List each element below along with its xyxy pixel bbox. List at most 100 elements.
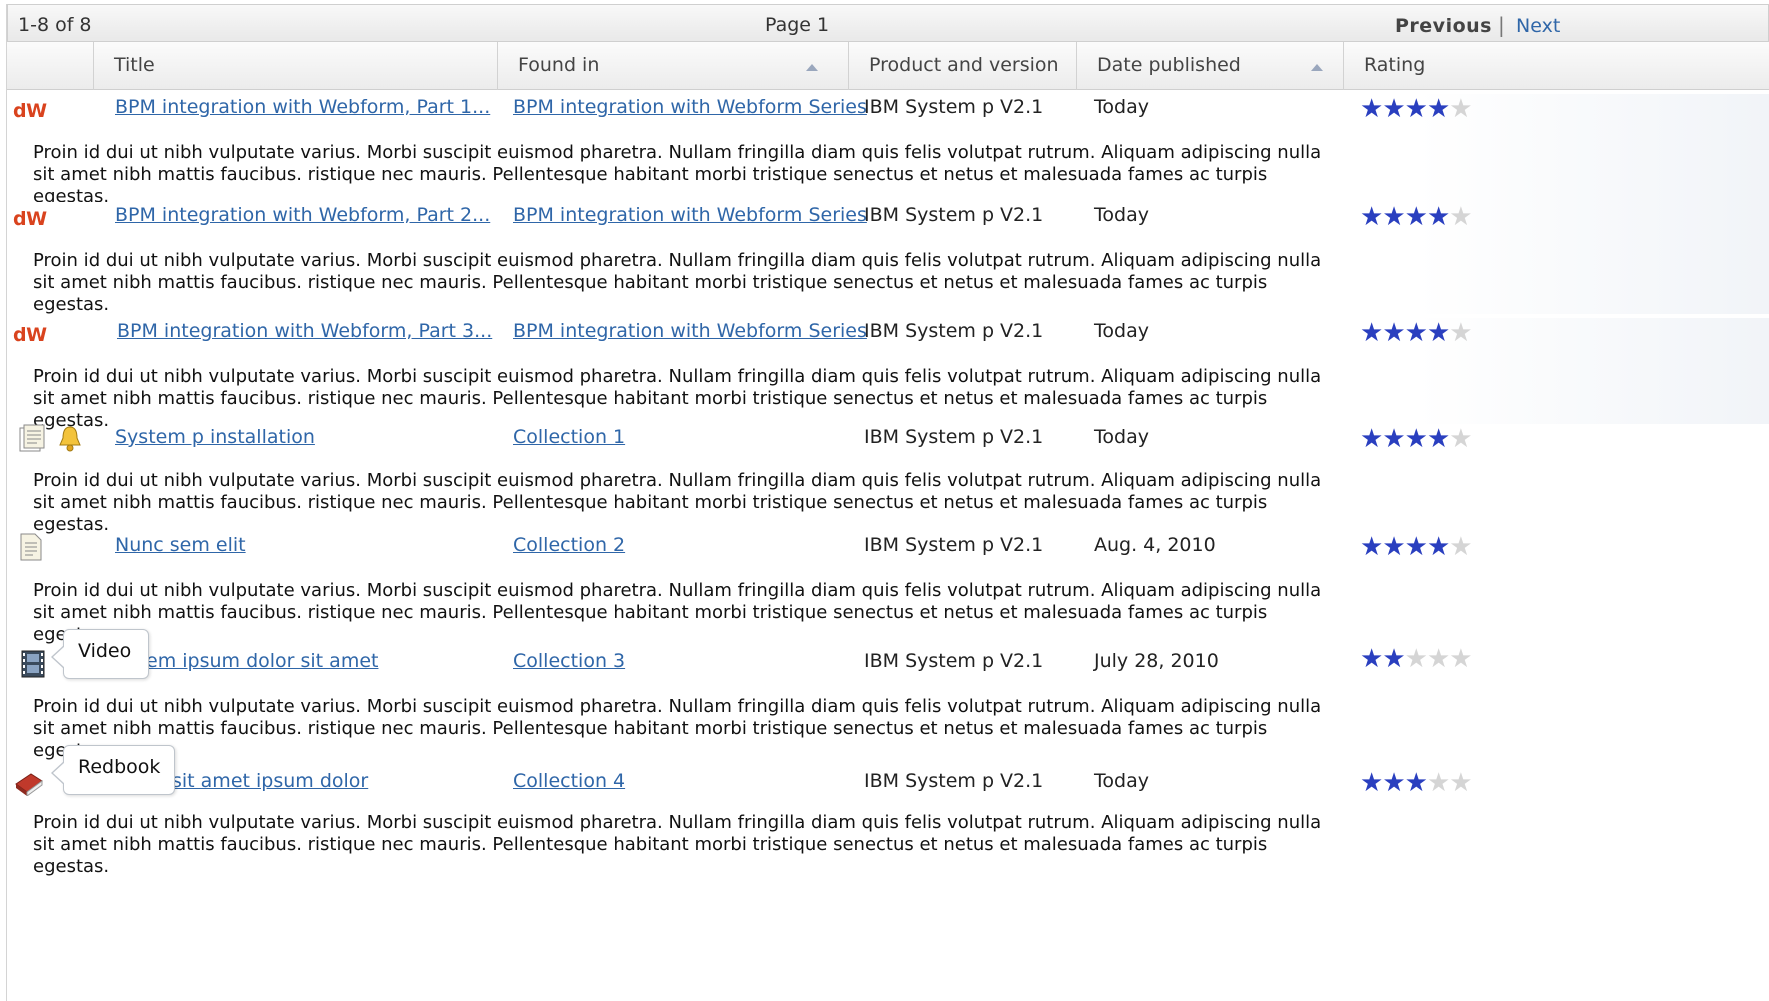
header-date[interactable]: Date published [1076,42,1343,90]
star-filled-icon[interactable]: ★ [1360,204,1383,230]
star-filled-icon[interactable]: ★ [1360,320,1383,346]
star-filled-icon[interactable]: ★ [1405,320,1428,346]
rating-stars[interactable]: ★★★★★ [1360,646,1473,672]
date-published: Today [1094,426,1149,448]
star-filled-icon[interactable]: ★ [1360,96,1383,122]
star-filled-icon[interactable]: ★ [1382,96,1405,122]
star-filled-icon[interactable]: ★ [1405,426,1428,452]
star-empty-icon[interactable]: ★ [1449,426,1472,452]
table-row: dW BPM integration with Webform, Part 2.… [7,202,1769,315]
sort-asc-icon[interactable] [1311,64,1323,71]
product-version: IBM System p V2.1 [864,426,1044,448]
found-in-link[interactable]: BPM integration with Webform Series [513,320,867,342]
table-row: sit amet ipsum dolor Collection 4 IBM Sy… [7,768,1769,880]
rating-stars[interactable]: ★★★★★ [1360,204,1473,230]
header-title[interactable]: Title [93,42,497,90]
header-type [7,42,93,90]
result-description: Proin id dui ut nibh vulputate varius. M… [33,696,1322,761]
found-in-link[interactable]: Collection 1 [513,426,625,448]
document-icon [17,532,45,561]
header-product-label: Product and version [869,54,1059,76]
result-title-link[interactable]: Nunc sem elit [115,534,246,556]
star-filled-icon[interactable]: ★ [1360,426,1383,452]
dw-logo-icon: dW [13,208,47,230]
star-filled-icon[interactable]: ★ [1360,534,1383,560]
sort-asc-icon[interactable] [806,64,818,71]
product-version: IBM System p V2.1 [864,770,1044,792]
star-empty-icon[interactable]: ★ [1449,646,1472,672]
book-icon [13,768,45,797]
star-empty-icon[interactable]: ★ [1405,646,1428,672]
bell-icon [55,424,85,452]
rating-stars[interactable]: ★★★★★ [1360,320,1473,346]
star-filled-icon[interactable]: ★ [1405,534,1428,560]
rating-stars[interactable]: ★★★★★ [1360,534,1473,560]
star-filled-icon[interactable]: ★ [1405,204,1428,230]
found-in-link[interactable]: BPM integration with Webform Series [513,96,867,118]
found-in-link[interactable]: Collection 4 [513,770,625,792]
star-filled-icon[interactable]: ★ [1427,426,1450,452]
star-empty-icon[interactable]: ★ [1449,204,1472,230]
star-empty-icon[interactable]: ★ [1449,96,1472,122]
star-filled-icon[interactable]: ★ [1382,204,1405,230]
result-title-link[interactable]: BPM integration with Webform, Part 3... [117,320,492,342]
header-rating[interactable]: Rating [1343,42,1769,90]
date-published: July 28, 2010 [1094,650,1219,672]
star-filled-icon[interactable]: ★ [1382,534,1405,560]
result-title-link[interactable]: System p installation [115,426,315,448]
star-empty-icon[interactable]: ★ [1449,320,1472,346]
previous-button[interactable]: Previous [1395,15,1492,37]
star-filled-icon[interactable]: ★ [1360,770,1383,796]
star-filled-icon[interactable]: ★ [1427,204,1450,230]
header-product[interactable]: Product and version [848,42,1076,90]
table-row: dW BPM integration with Webform, Part 1.… [7,94,1769,207]
star-filled-icon[interactable]: ★ [1382,646,1405,672]
star-filled-icon[interactable]: ★ [1360,646,1383,672]
document-icon [17,424,47,452]
star-empty-icon[interactable]: ★ [1449,770,1472,796]
result-count: 1-8 of 8 [18,14,92,36]
star-filled-icon[interactable]: ★ [1427,320,1450,346]
rating-stars[interactable]: ★★★★★ [1360,96,1473,122]
result-title-link[interactable]: sit amet ipsum dolor [172,770,368,792]
star-filled-icon[interactable]: ★ [1405,770,1428,796]
rating-stars[interactable]: ★★★★★ [1360,770,1473,796]
tooltip-pointer-fill [53,762,65,784]
result-description: Proin id dui ut nibh vulputate varius. M… [33,580,1322,645]
found-in-link[interactable]: BPM integration with Webform Series [513,204,867,226]
video-tooltip-label: Video [78,640,132,662]
star-filled-icon[interactable]: ★ [1382,320,1405,346]
star-empty-icon[interactable]: ★ [1427,646,1450,672]
pager-separator: | [1498,13,1505,37]
date-published: Aug. 4, 2010 [1094,534,1216,556]
page-indicator: Page 1 [765,14,830,36]
results-table: 1-8 of 8 Page 1 Previous | Next Title Fo… [6,4,1769,1001]
next-link[interactable]: Next [1516,15,1560,37]
column-header-row: Title Found in Product and version Date … [7,42,1769,90]
rating-stars[interactable]: ★★★★★ [1360,426,1473,452]
found-in-link[interactable]: Collection 3 [513,650,625,672]
redbook-tooltip: Redbook [51,745,175,795]
result-title-link[interactable]: BPM integration with Webform, Part 2... [115,204,490,226]
date-published: Today [1094,96,1149,118]
result-title-link[interactable]: em ipsum dolor sit amet [146,650,378,672]
video-tooltip: Video [51,629,149,679]
found-in-link[interactable]: Collection 2 [513,534,625,556]
star-filled-icon[interactable]: ★ [1382,770,1405,796]
result-description: Proin id dui ut nibh vulputate varius. M… [33,812,1322,877]
header-found-in[interactable]: Found in [497,42,848,90]
header-date-label: Date published [1097,54,1241,76]
film-icon [21,650,45,678]
star-empty-icon[interactable]: ★ [1427,770,1450,796]
date-published: Today [1094,770,1149,792]
header-found-in-label: Found in [518,54,600,76]
star-filled-icon[interactable]: ★ [1427,534,1450,560]
dw-logo-icon: dW [13,324,47,346]
star-filled-icon[interactable]: ★ [1427,96,1450,122]
header-title-label: Title [114,54,155,76]
result-title-link[interactable]: BPM integration with Webform, Part 1... [115,96,490,118]
pagination-bar: 1-8 of 8 Page 1 Previous | Next [7,4,1769,42]
star-filled-icon[interactable]: ★ [1382,426,1405,452]
star-filled-icon[interactable]: ★ [1405,96,1428,122]
star-empty-icon[interactable]: ★ [1449,534,1472,560]
